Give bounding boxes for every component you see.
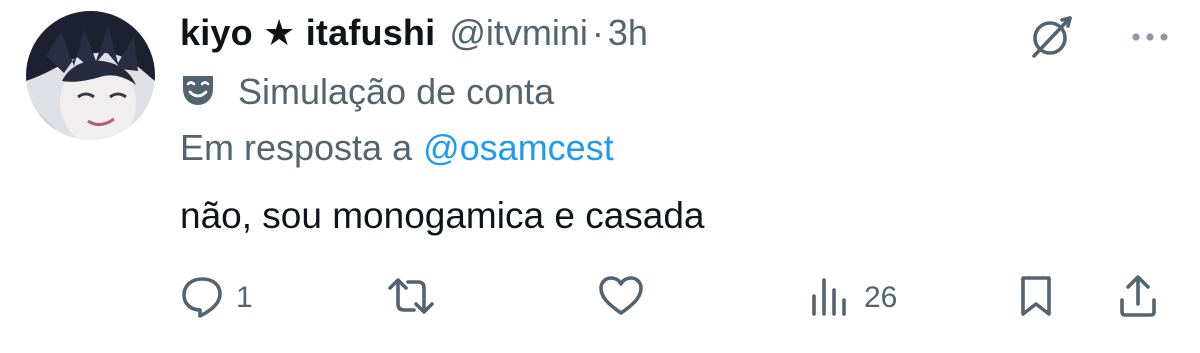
bookmark-icon <box>1018 274 1054 323</box>
top-right-icons <box>1026 10 1170 67</box>
action-bar: 1 26 <box>180 272 1170 324</box>
reply-icon <box>180 274 224 323</box>
grok-icon[interactable] <box>1026 10 1078 67</box>
retweet-button[interactable] <box>386 272 448 324</box>
reply-count: 1 <box>236 281 253 314</box>
more-icon[interactable] <box>1130 30 1170 48</box>
avatar[interactable] <box>26 11 155 140</box>
timestamp[interactable]: 3h <box>608 12 648 54</box>
views-button[interactable]: 26 <box>808 272 897 324</box>
heart-icon <box>598 275 644 322</box>
reply-prefix: Em resposta a <box>180 127 413 168</box>
views-icon <box>808 274 852 323</box>
like-button[interactable] <box>598 272 656 324</box>
share-icon <box>1118 274 1158 323</box>
share-button[interactable] <box>1118 272 1158 324</box>
automated-account-label[interactable]: Simulação de conta <box>180 68 554 116</box>
bookmark-button[interactable] <box>1018 272 1054 324</box>
theater-mask-icon <box>180 72 216 113</box>
tweet-text: não, sou monogamica e casada <box>180 195 705 236</box>
retweet-icon <box>386 274 436 323</box>
views-count: 26 <box>864 281 898 314</box>
tweet-header: kiyo ★ itafushi @itvmini · 3h <box>180 8 648 58</box>
account-label-text: Simulação de conta <box>238 71 555 112</box>
reply-context: Em resposta a @osamcest <box>180 124 614 172</box>
reply-mention-link[interactable]: @osamcest <box>423 127 614 169</box>
separator-dot: · <box>591 12 604 53</box>
user-handle[interactable]: @itvmini <box>449 12 588 54</box>
display-name[interactable]: kiyo ★ itafushi <box>180 12 435 54</box>
reply-button[interactable]: 1 <box>180 272 253 324</box>
